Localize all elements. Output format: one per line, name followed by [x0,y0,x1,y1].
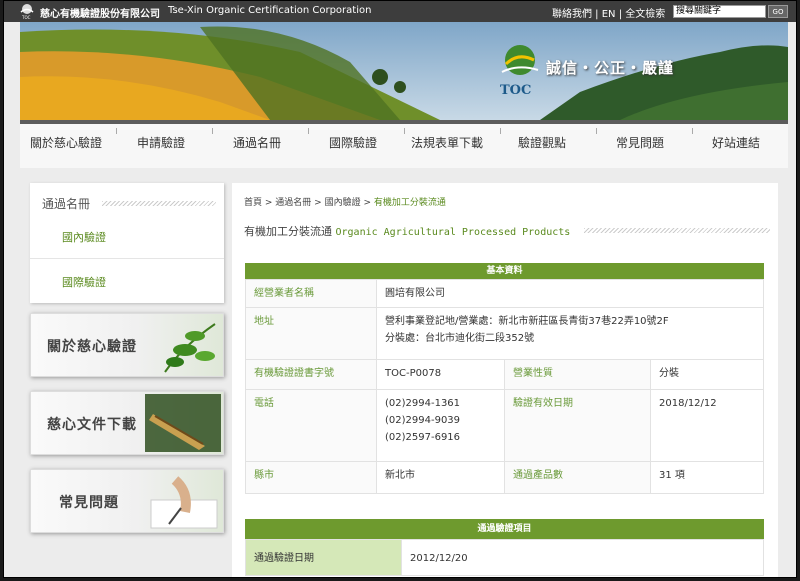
breadcrumb-current: 有機加工分裝流通 [373,198,446,208]
promo-about[interactable]: 關於慈心驗證 [30,313,224,377]
table-row: 有機驗證證書字號 TOC-P0078 營業性質 分裝 [245,359,764,390]
page-title: 有機加工分裝流通 Organic Agricultural Processed … [244,223,570,239]
address-line-2: 分裝處：台北市迪化街二段352號 [385,333,535,344]
nav-separator [212,128,213,134]
business-label: 營業性質 [504,359,651,390]
breadcrumb-registry[interactable]: 通過名冊 [275,198,311,208]
phone-values: (02)2994-1361 (02)2994-9039 (02)2597-691… [376,389,505,462]
address-value: 營利事業登記地/營業處：新北市新莊區長青街37巷22弄10號2F 分裝處：台北市… [376,307,764,360]
search-go-button[interactable]: GO [768,5,788,18]
company-name-en: Tse-Xin Organic Certification Corporatio… [168,5,372,16]
valid-date-label: 驗證有效日期 [504,389,651,462]
nav-separator [116,128,117,134]
banner-slogan: 誠信・公正・嚴謹 [546,59,675,77]
table-row: 地址 營利事業登記地/營業處：新北市新莊區長青街37巷22弄10號2F 分裝處：… [245,307,764,360]
table-row: 電話 (02)2994-1361 (02)2994-9039 (02)2597-… [245,389,764,462]
nav-item-downloads[interactable]: 法規表單下載 [411,134,483,151]
address-label: 地址 [245,307,377,360]
phone-1: (02)2994-1361 [385,398,461,409]
nav-separator [500,128,501,134]
cert-no-value: TOC-P0078 [376,359,505,390]
sidebar-menu: 通過名冊 國內驗證 國際驗證 [30,183,224,303]
cert-no-label: 有機驗證證書字號 [245,359,377,390]
plant-icon [164,323,216,373]
product-count-value: 31 項 [650,461,764,494]
table-row: 通過驗證日期 2012/12/20 [245,539,764,576]
promo-faq[interactable]: 常見問題 [30,469,224,533]
svg-text:TOC: TOC [21,15,31,20]
sidebar-divider [30,258,224,259]
county-label: 縣市 [245,461,377,494]
phone-label: 電話 [245,389,377,462]
page-frame: TOC 慈心有機驗證股份有限公司 Tse-Xin Organic Certifi… [3,0,797,578]
nav-item-viewpoints[interactable]: 驗證觀點 [518,134,566,151]
nav-item-about[interactable]: 關於慈心驗證 [30,134,102,151]
sidebar-item-international[interactable]: 國際驗證 [62,274,106,290]
nav-separator [596,128,597,134]
page-title-cn: 有機加工分裝流通 [244,225,332,238]
nav-item-links[interactable]: 好站連結 [712,134,760,151]
nav-separator [308,128,309,134]
pass-date-value: 2012/12/20 [401,539,764,576]
pass-items-header: 通過驗證項目 [245,519,764,539]
basic-info-header: 基本資料 [245,263,764,279]
nav-separator [692,128,693,134]
business-value: 分裝 [650,359,764,390]
promo-documents-label: 慈心文件下載 [47,417,137,433]
sidebar-title: 通過名冊 [42,197,91,211]
promo-about-label: 關於慈心驗證 [47,339,137,355]
sidebar-item-domestic[interactable]: 國內驗證 [62,229,106,245]
fulltext-search-link[interactable]: 全文檢索 [625,9,665,20]
table-row: 縣市 新北市 通過產品數 31 項 [245,461,764,494]
valid-date-value: 2018/12/12 [650,389,764,462]
main-content: 首頁 > 通過名冊 > 國內驗證 > 有機加工分裝流通 有機加工分裝流通 Org… [232,183,778,577]
nav-separator [404,128,405,134]
nav-item-registry[interactable]: 通過名冊 [233,134,281,151]
top-bar: TOC 慈心有機驗證股份有限公司 Tse-Xin Organic Certifi… [4,1,796,22]
table-row: 經營業者名稱 圓培有限公司 [245,279,764,308]
writing-hand-icon [150,476,218,529]
county-value: 新北市 [376,461,505,494]
nav-item-faq[interactable]: 常見問題 [616,134,664,151]
operator-value: 圓培有限公司 [376,279,764,308]
top-links: 聯絡我們 | EN | 全文檢索 [552,9,666,20]
page-title-en: Organic Agricultural Processed Products [335,227,571,238]
operator-label: 經營業者名稱 [245,279,377,308]
promo-documents[interactable]: 慈心文件下載 [30,391,224,455]
contact-link[interactable]: 聯絡我們 [552,9,592,20]
toc-logo-icon: TOC [500,45,539,98]
hero-banner: TOC 誠信・公正・嚴謹 [20,22,788,120]
pass-items-table: 通過驗證日期 2012/12/20 [245,539,764,576]
phone-2: (02)2994-9039 [385,415,461,426]
svg-text:TOC: TOC [500,83,531,98]
sidebar-title-divider [102,201,216,206]
breadcrumb: 首頁 > 通過名冊 > 國內驗證 > 有機加工分裝流通 [244,198,446,208]
english-link[interactable]: EN [602,9,616,20]
nav-item-apply[interactable]: 申請驗證 [137,134,185,151]
promo-faq-label: 常見問題 [59,495,119,511]
phone-3: (02)2597-6916 [385,432,461,443]
fountain-pen-icon [145,394,221,452]
breadcrumb-home[interactable]: 首頁 [244,198,262,208]
company-logo-icon[interactable]: TOC [18,3,36,20]
basic-info-table: 經營業者名稱 圓培有限公司 地址 營利事業登記地/營業處：新北市新莊區長青街37… [245,279,764,494]
product-count-label: 通過產品數 [504,461,651,494]
pass-date-label: 通過驗證日期 [245,539,402,576]
nav-item-international[interactable]: 國際驗證 [329,134,377,151]
title-divider [584,228,770,233]
company-name-cn: 慈心有機驗證股份有限公司 [40,9,160,20]
main-navigation: 關於慈心驗證 申請驗證 通過名冊 國際驗證 法規表單下載 驗證觀點 常見問題 好… [20,120,788,168]
breadcrumb-domestic[interactable]: 國內驗證 [325,198,361,208]
address-line-1: 營利事業登記地/營業處：新北市新莊區長青街37巷22弄10號2F [385,316,669,327]
search-input[interactable]: 搜尋關鍵字 [673,5,766,18]
